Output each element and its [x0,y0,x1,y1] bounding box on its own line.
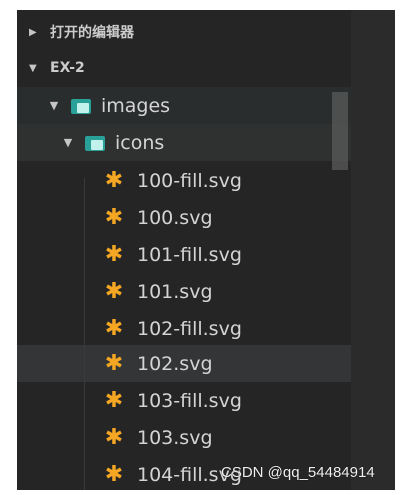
svg-file-icon: ✱ [104,241,124,267]
explorer-panel: ▶ 打开的编辑器 ▼ EX-2 ▼ images ▼ icons ✱ 100-f… [17,10,351,490]
folder-icon [71,98,93,114]
chevron-down-icon: ▼ [29,62,37,74]
file-item[interactable]: ✱ 101.svg [17,273,351,310]
svg-file-icon: ✱ [104,424,124,450]
folder-label: icons [115,131,165,154]
file-item[interactable]: ✱ 100-fill.svg [17,162,351,199]
svg-file-icon: ✱ [104,461,124,487]
chevron-right-icon: ▶ [29,26,37,38]
indent-guide [84,178,85,490]
scrollbar-thumb[interactable] [332,92,348,170]
file-label: 102-fill.svg [137,317,242,340]
open-editors-section-header[interactable]: ▶ 打开的编辑器 [17,14,351,50]
svg-file-icon: ✱ [104,204,124,230]
open-editors-label: 打开的编辑器 [50,25,134,41]
svg-file-icon: ✱ [104,350,124,376]
svg-file-icon: ✱ [104,387,124,413]
file-label: 101.svg [137,280,213,303]
folder-images[interactable]: ▼ images [17,87,351,124]
side-gutter [351,10,395,490]
file-label: 103.svg [137,426,213,449]
chevron-down-icon: ▼ [63,136,73,149]
svg-file-icon: ✱ [104,278,124,304]
svg-file-icon: ✱ [104,167,124,193]
chevron-down-icon: ▼ [49,99,59,112]
file-label: 102.svg [137,352,213,375]
file-item[interactable]: ✱ 101-fill.svg [17,236,351,273]
file-item[interactable]: ✱ 102.svg [17,345,351,382]
file-item[interactable]: ✱ 103.svg [17,419,351,456]
file-label: 100.svg [137,206,213,229]
file-label: 100-fill.svg [137,169,242,192]
workspace-section-header[interactable]: ▼ EX-2 [17,50,351,117]
svg-file-icon: ✱ [104,315,124,341]
workspace-label: EX-2 [50,60,85,76]
folder-icon [85,135,107,151]
file-item[interactable]: ✱ 103-fill.svg [17,382,351,419]
file-label: 103-fill.svg [137,389,242,412]
window: ▶ 打开的编辑器 ▼ EX-2 ▼ images ▼ icons ✱ 100-f… [0,0,405,495]
file-item[interactable]: ✱ 100.svg [17,199,351,236]
folder-label: images [101,94,171,117]
watermark: CSDN @qq_54484914 [221,464,375,481]
file-label: 101-fill.svg [137,243,242,266]
folder-icons[interactable]: ▼ icons [17,124,351,161]
file-item[interactable]: ✱ 102-fill.svg [17,310,351,347]
